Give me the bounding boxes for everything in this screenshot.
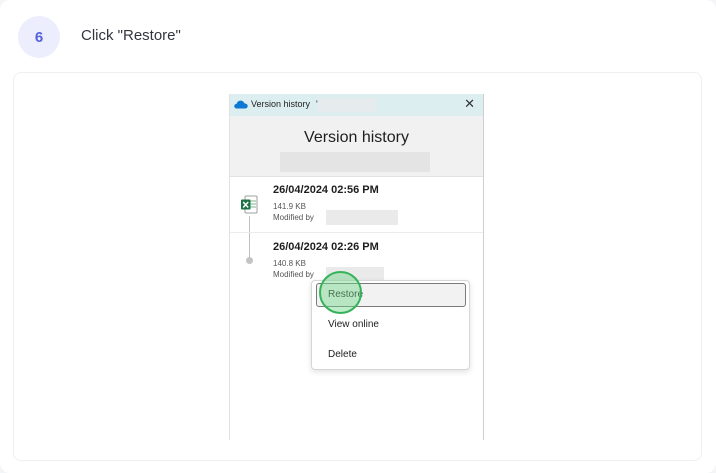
menu-item-delete[interactable]: Delete — [316, 343, 466, 367]
version-modified-by: Modified by — [273, 213, 314, 222]
excel-file-icon — [241, 195, 258, 214]
onedrive-cloud-icon — [234, 100, 248, 109]
version-history-window: Version history ' ✕ Version history 26/0… — [229, 94, 484, 440]
header-divider — [230, 176, 483, 177]
tutorial-step-card: 6 Click "Restore" Version history ' ✕ Ve… — [0, 0, 716, 473]
version-size: 140.8 KB — [273, 259, 306, 268]
redacted-author — [326, 210, 398, 225]
version-modified-by: Modified by — [273, 270, 314, 279]
window-title: Version history — [251, 99, 311, 109]
version-history-header: Version history — [230, 116, 483, 176]
version-history-heading: Version history — [304, 129, 409, 146]
close-icon[interactable]: ✕ — [464, 97, 475, 111]
menu-item-view-online[interactable]: View online — [316, 313, 466, 337]
step-number-badge: 6 — [18, 16, 60, 58]
redacted-file-path — [280, 152, 430, 172]
version-date: 26/04/2024 02:56 PM — [273, 184, 379, 196]
click-highlight-marker — [319, 271, 362, 314]
version-divider — [230, 232, 483, 233]
version-timeline-dot — [246, 257, 253, 264]
window-titlebar: Version history ' ✕ — [230, 94, 483, 116]
version-size: 141.9 KB — [273, 202, 306, 211]
redacted-filename — [318, 98, 376, 112]
step-instruction: Click "Restore" — [81, 27, 181, 44]
version-date: 26/04/2024 02:26 PM — [273, 241, 379, 253]
version-timeline-line — [249, 216, 250, 258]
